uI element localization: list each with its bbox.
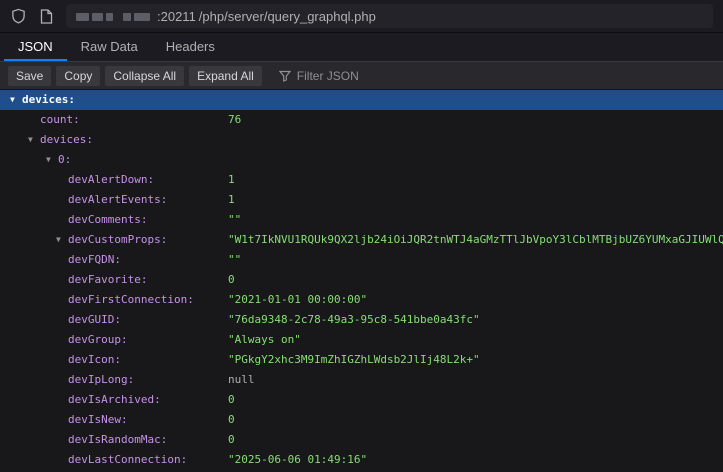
json-value: 0	[228, 270, 235, 290]
json-row-devLastConnection[interactable]: devLastConnection: "2025-06-06 01:49:16"	[0, 450, 723, 470]
twisty-expand-icon[interactable]: ▼	[56, 230, 61, 250]
json-key: devFirstConnection:	[68, 290, 194, 310]
json-row-devIsArchived[interactable]: devIsArchived: 0	[0, 390, 723, 410]
json-key: devices:	[40, 130, 93, 150]
json-row-devIpLong[interactable]: devIpLong: null	[0, 370, 723, 390]
json-key: devComments:	[68, 210, 147, 230]
json-row-devAlertDown[interactable]: devAlertDown: 1	[0, 170, 723, 190]
redacted-block	[76, 13, 89, 21]
json-row-devComments[interactable]: devComments: ""	[0, 210, 723, 230]
json-key: devFavorite:	[68, 270, 147, 290]
json-key: devGUID:	[68, 310, 121, 330]
json-row-devGroup[interactable]: devGroup: "Always on"	[0, 330, 723, 350]
json-key: devIpLong:	[68, 370, 134, 390]
redacted-host	[76, 9, 154, 24]
tab-headers[interactable]: Headers	[152, 33, 229, 61]
browser-toolbar: :20211/php/server/query_graphql.php	[0, 0, 723, 33]
url-bar[interactable]: :20211/php/server/query_graphql.php	[66, 4, 713, 28]
json-row-count[interactable]: count: 76	[0, 110, 723, 130]
json-key: devGroup:	[68, 330, 128, 350]
json-tree: ▼devices:count:76▼devices:▼0:devAlertDow…	[0, 90, 723, 470]
json-key: 0:	[58, 150, 71, 170]
json-value: null	[228, 370, 255, 390]
json-value: ""	[228, 250, 241, 270]
filter-json-input[interactable]	[297, 69, 407, 83]
tab-raw-data[interactable]: Raw Data	[67, 33, 152, 61]
json-row-devIsNew[interactable]: devIsNew: 0	[0, 410, 723, 430]
json-row-devGUID[interactable]: devGUID: "76da9348-2c78-49a3-95c8-541bbe0…	[0, 310, 723, 330]
json-row-devCustomProps[interactable]: ▼ devCustomProps: "W1t7IkNVU1RQUk9QX2ljb24…	[0, 230, 723, 250]
json-value: "Always on"	[228, 330, 301, 350]
collapse-all-button[interactable]: Collapse All	[105, 66, 184, 86]
json-key: devLastConnection:	[68, 450, 187, 470]
url-path: /php/server/query_graphql.php	[199, 9, 376, 24]
redacted-block	[106, 13, 113, 21]
json-value: 76	[228, 110, 241, 130]
json-row-devIsRandomMac[interactable]: devIsRandomMac: 0	[0, 430, 723, 450]
json-value: 1	[228, 170, 235, 190]
json-key: devFQDN:	[68, 250, 121, 270]
json-key: devAlertDown:	[68, 170, 154, 190]
json-value: "2021-01-01 00:00:00"	[228, 290, 367, 310]
tab-json[interactable]: JSON	[4, 33, 67, 61]
json-value: 1	[228, 190, 235, 210]
json-row-devices[interactable]: ▼ devices:	[0, 90, 723, 110]
json-value: "76da9348-2c78-49a3-95c8-541bbe0a43fc"	[228, 310, 480, 330]
twisty-expand-icon[interactable]: ▼	[28, 130, 33, 150]
json-key: devIsRandomMac:	[68, 430, 167, 450]
redacted-block	[123, 13, 131, 21]
filter-funnel-icon	[279, 70, 291, 82]
json-row-devFirstConnection[interactable]: devFirstConnection: "2021-01-01 00:00:00"	[0, 290, 723, 310]
redacted-block	[134, 13, 150, 21]
json-toolbar: SaveCopyCollapse AllExpand All	[0, 62, 723, 90]
json-value: 0	[228, 430, 235, 450]
page-info-icon[interactable]	[38, 8, 54, 24]
url-port: :20211	[157, 9, 196, 24]
json-value: 0	[228, 410, 235, 430]
filter-box	[279, 69, 407, 83]
json-value: 0	[228, 390, 235, 410]
json-row-devices[interactable]: ▼ devices:	[0, 130, 723, 150]
json-value: ""	[228, 210, 241, 230]
json-row-devFavorite[interactable]: devFavorite: 0	[0, 270, 723, 290]
json-row-0[interactable]: ▼ 0:	[0, 150, 723, 170]
save-button[interactable]: Save	[8, 66, 51, 86]
json-value: "2025-06-06 01:49:16"	[228, 450, 367, 470]
json-key: devIsNew:	[68, 410, 128, 430]
json-row-devAlertEvents[interactable]: devAlertEvents: 1	[0, 190, 723, 210]
json-key: devCustomProps:	[68, 230, 167, 250]
json-row-devFQDN[interactable]: devFQDN: ""	[0, 250, 723, 270]
json-key: devAlertEvents:	[68, 190, 167, 210]
json-key: devIsArchived:	[68, 390, 161, 410]
twisty-expand-icon[interactable]: ▼	[10, 90, 15, 110]
json-key: count:	[40, 110, 80, 130]
json-row-devIcon[interactable]: devIcon: "PGkgY2xhc3M9ImZhIGZhLWdsb2JlIj4…	[0, 350, 723, 370]
json-key: devIcon:	[68, 350, 121, 370]
copy-button[interactable]: Copy	[56, 66, 100, 86]
twisty-expand-icon[interactable]: ▼	[46, 150, 51, 170]
viewer-tabs: JSONRaw DataHeaders	[0, 33, 723, 62]
expand-all-button[interactable]: Expand All	[189, 66, 262, 86]
shield-icon[interactable]	[10, 8, 26, 24]
json-value: "PGkgY2xhc3M9ImZhIGZhLWdsb2JlIj48L2k+"	[228, 350, 480, 370]
json-key: devices:	[22, 90, 75, 110]
json-value: "W1t7IkNVU1RQUk9QX2ljb24iOiJQR2tnWTJ4aGM…	[228, 230, 723, 250]
redacted-block	[92, 13, 103, 21]
